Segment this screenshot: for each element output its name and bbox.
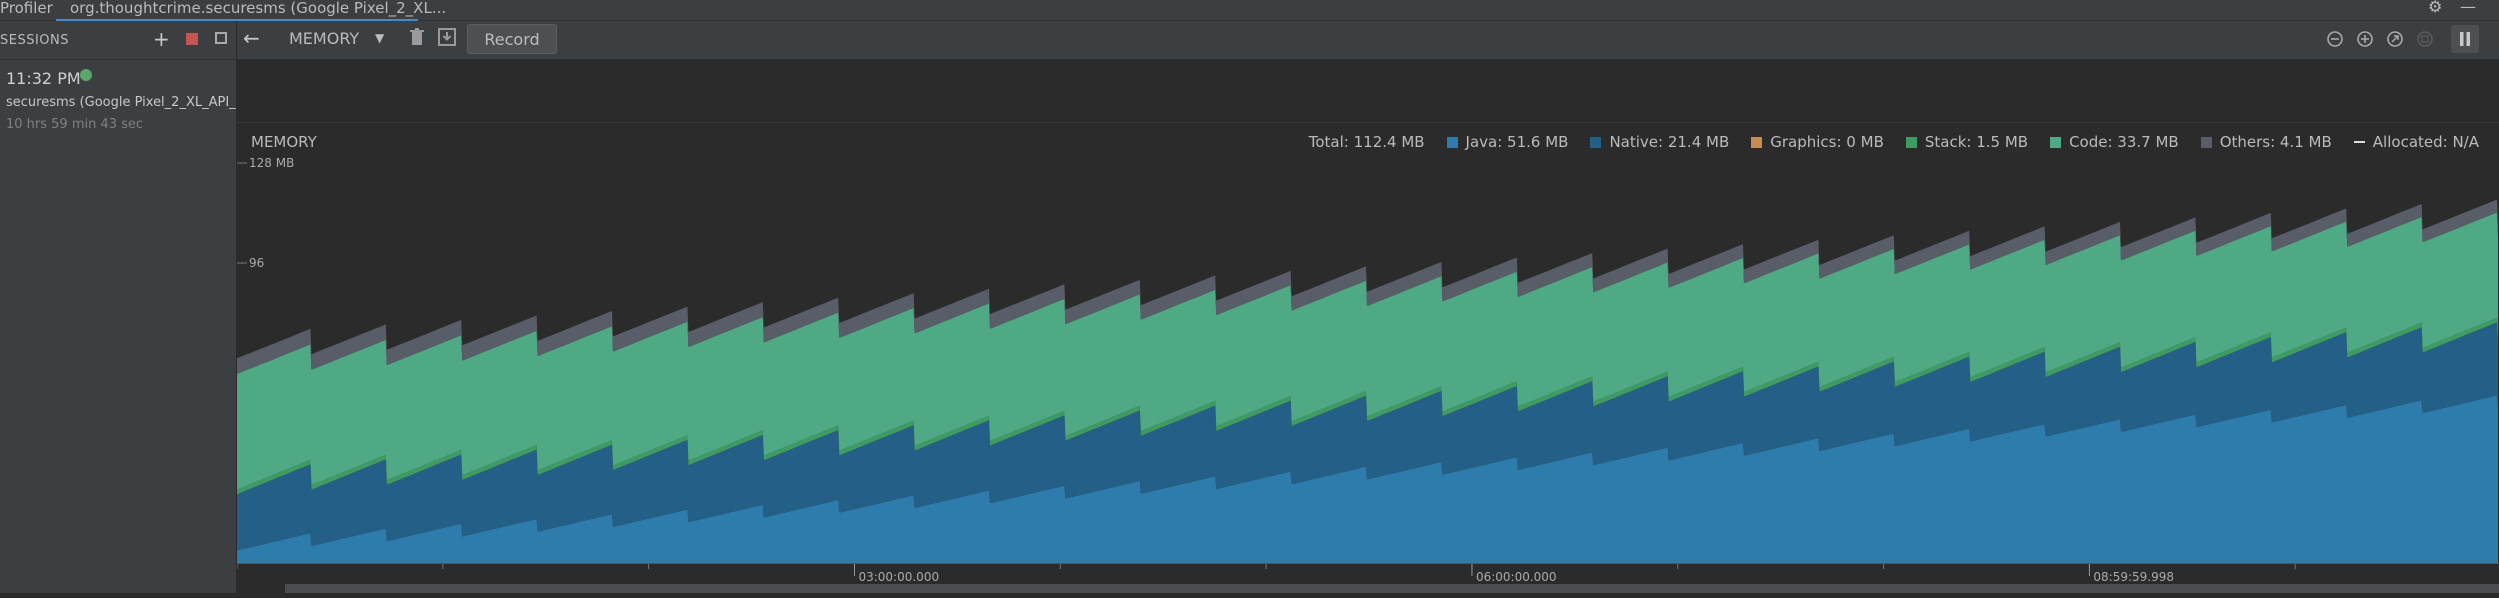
horizontal-scrollbar[interactable] <box>285 584 2499 593</box>
chart-title: MEMORY <box>251 133 317 151</box>
zoom-to-selection-icon[interactable] <box>2416 30 2434 52</box>
session-tab[interactable]: org.thoughtcrime.securesms (Google Pixel… <box>56 0 446 21</box>
x-tick-label: 06:00:00.000 <box>1476 570 1557 584</box>
profiler-toolbar: ← MEMORY ▼ Record <box>237 21 2499 60</box>
trash-icon[interactable] <box>409 28 425 50</box>
memory-chart-plot: 128 MB966432 <box>237 156 2498 563</box>
legend-label: Others: 4.1 MB <box>2219 133 2332 151</box>
legend-item-code: Code: 33.7 MB <box>2050 133 2179 151</box>
legend-item-native: Native: 21.4 MB <box>1590 133 1729 151</box>
memory-chart: 128 MB966432 MEMORY Total: 112.4 MB Java… <box>237 123 2499 563</box>
session-name: securesms (Google Pixel_2_XL_API_... <box>6 95 249 110</box>
legend-swatch <box>2050 136 2062 148</box>
legend-item-stack: Stack: 1.5 MB <box>1905 133 2029 151</box>
sessions-title: SESSIONS <box>0 33 70 48</box>
y-tick-label: 128 MB <box>249 156 294 170</box>
event-timeline <box>237 60 2499 123</box>
legend-label: Stack: 1.5 MB <box>1924 133 2029 151</box>
back-arrow-icon[interactable]: ← <box>243 26 260 50</box>
legend-swatch <box>1446 136 1458 148</box>
x-tick-label: 08:59:59.998 <box>2093 570 2174 584</box>
gear-icon[interactable]: ⚙ <box>2428 0 2442 15</box>
legend-item-allocated: Allocated: N/A <box>2353 133 2479 151</box>
add-session-icon[interactable]: + <box>153 27 170 51</box>
minimize-icon[interactable]: — <box>2460 0 2476 15</box>
legend-label: Native: 21.4 MB <box>1609 133 1730 151</box>
legend-item-java: Java: 51.6 MB <box>1446 133 1569 151</box>
save-capture-icon[interactable] <box>438 28 456 50</box>
legend-total: Total: 112.4 MB <box>1308 133 1425 151</box>
sessions-header: SESSIONS + <box>0 21 236 60</box>
zoom-in-icon[interactable] <box>2356 30 2374 52</box>
legend-swatch <box>1751 136 1763 148</box>
y-tick-label: 96 <box>249 256 264 270</box>
session-live-indicator <box>80 69 92 81</box>
stop-session-icon[interactable] <box>186 33 198 45</box>
title-bar: Profiler org.thoughtcrime.securesms (Goo… <box>0 0 2499 21</box>
legend-dash <box>2353 141 2365 143</box>
legend-item-others: Others: 4.1 MB <box>2200 133 2332 151</box>
chevron-down-icon: ▼ <box>375 31 385 45</box>
profiler-type-value: MEMORY <box>289 29 360 48</box>
session-tab-label: org.thoughtcrime.securesms (Google Pixel… <box>70 0 447 17</box>
legend-swatch <box>1590 136 1602 148</box>
session-duration: 10 hrs 59 min 43 sec <box>6 117 144 132</box>
session-time: 11:32 PM <box>6 69 81 88</box>
chart-legend: Total: 112.4 MB Java: 51.6 MB Native: 21.… <box>1309 133 2479 151</box>
legend-item-graphics: Graphics: 0 MB <box>1751 133 1884 151</box>
legend-label: Graphics: 0 MB <box>1770 133 1884 151</box>
pause-live-icon[interactable] <box>2451 25 2479 53</box>
x-tick-label: 03:00:00.000 <box>858 570 939 584</box>
legend-swatch <box>2200 136 2212 148</box>
legend-label: Java: 51.6 MB <box>1465 133 1569 151</box>
legend-swatch <box>1905 136 1917 148</box>
reset-zoom-icon[interactable] <box>2386 30 2404 52</box>
collapse-panel-icon[interactable] <box>215 32 227 44</box>
profiler-tool-title: Profiler <box>0 0 53 17</box>
record-button[interactable]: Record <box>467 24 557 54</box>
legend-label: Code: 33.7 MB <box>2069 133 2179 151</box>
legend-label: Allocated: N/A <box>2372 133 2479 151</box>
zoom-out-icon[interactable] <box>2326 30 2344 52</box>
sessions-panel: SESSIONS + 11:32 PM securesms (Google Pi… <box>0 21 248 593</box>
